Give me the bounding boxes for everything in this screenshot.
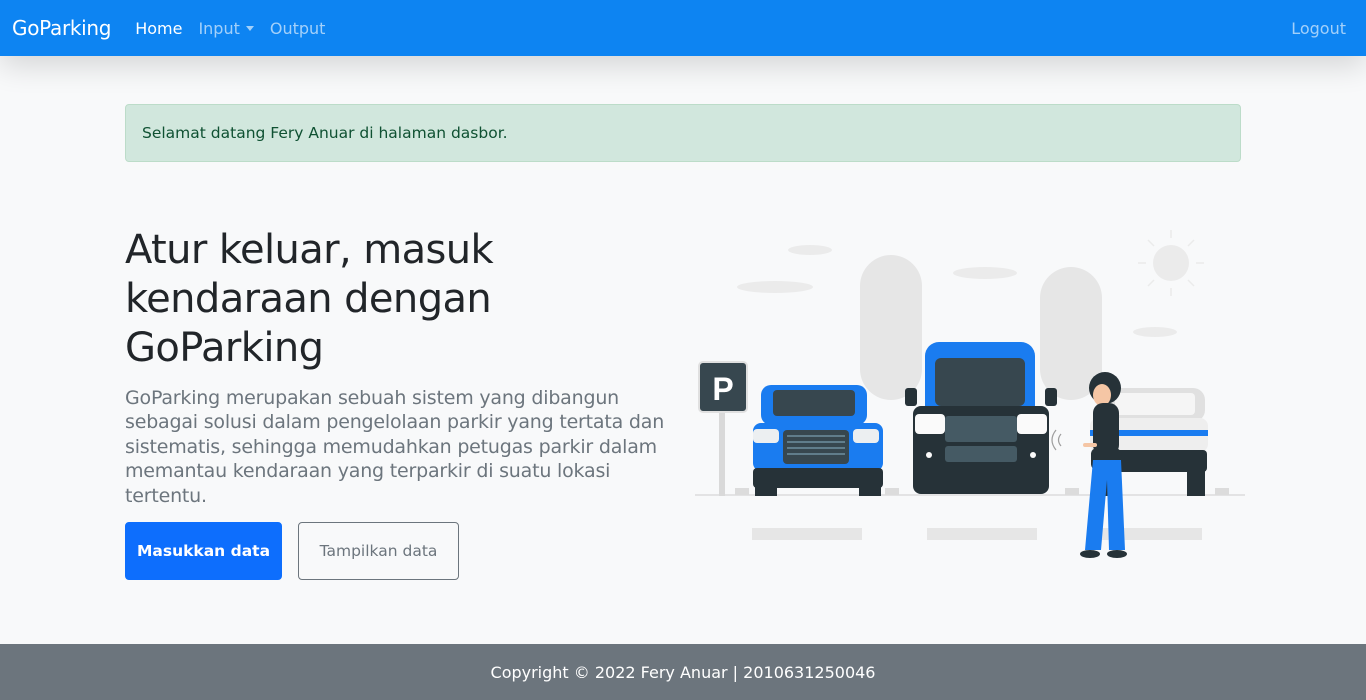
masukkan-data-button[interactable]: Masukkan data (125, 522, 282, 580)
parking-lines (752, 528, 1202, 540)
footer: Copyright © 2022 Fery Anuar | 2010631250… (0, 644, 1366, 700)
logout-link[interactable]: Logout (1291, 19, 1346, 38)
nav-input-label: Input (198, 18, 240, 38)
parking-sign: P (698, 361, 748, 496)
brand-logo[interactable]: GoParking (12, 16, 111, 40)
background-decor (737, 245, 1189, 337)
car-middle (905, 342, 1057, 494)
chevron-down-icon (245, 25, 254, 31)
car-left (753, 385, 883, 496)
navbar: GoParking Home Input Output Logout (0, 0, 1366, 56)
alert-text: Selamat datang Fery Anuar di halaman das… (142, 124, 508, 142)
nav-links: Home Input Output (135, 19, 341, 38)
nav-input-dropdown[interactable]: Input (198, 18, 254, 38)
nav-output[interactable]: Output (270, 19, 326, 38)
welcome-alert: Selamat datang Fery Anuar di halaman das… (125, 104, 1241, 162)
hero-description: GoParking merupakan sebuah sistem yang d… (125, 387, 665, 507)
hero-title: Atur keluar, masuk kendaraan dengan GoPa… (125, 227, 494, 371)
parking-illustration: P (695, 230, 1245, 558)
tampilkan-data-button[interactable]: Tampilkan data (298, 522, 459, 580)
nav-home[interactable]: Home (135, 19, 182, 38)
sun-icon (1153, 245, 1189, 281)
parking-sign-letter: P (712, 371, 733, 407)
footer-copyright: Copyright © 2022 Fery Anuar | 2010631250… (490, 662, 876, 682)
